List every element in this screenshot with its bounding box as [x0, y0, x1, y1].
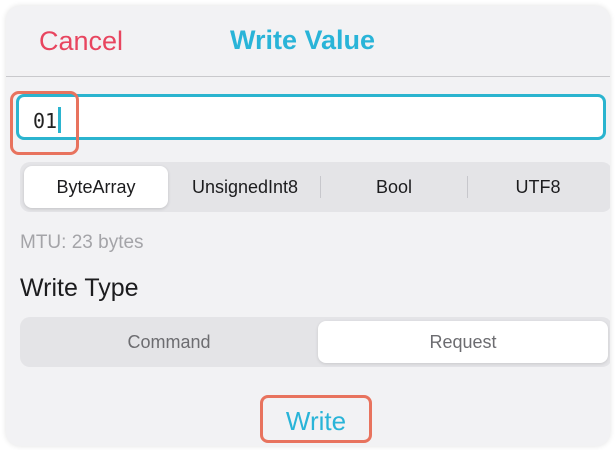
write-type-heading: Write Type [20, 274, 139, 302]
segment-bool[interactable]: Bool [321, 166, 467, 208]
header-bar: Cancel Write Value [6, 6, 610, 77]
write-type-segmented-control: Command Request [20, 317, 610, 367]
cancel-button[interactable]: Cancel [39, 26, 123, 57]
segment-unsignedint8[interactable]: UnsignedInt8 [170, 166, 320, 208]
segment-command[interactable]: Command [24, 321, 314, 363]
mtu-label: MTU: 23 bytes [20, 232, 144, 253]
value-input[interactable]: 01 [16, 94, 606, 140]
write-value-sheet: Cancel Write Value 01 ByteArray Unsigned… [6, 6, 610, 446]
text-caret [58, 107, 62, 133]
data-type-segmented-control: ByteArray UnsignedInt8 Bool UTF8 [20, 162, 610, 212]
value-input-text: 01 [33, 107, 62, 133]
segment-request[interactable]: Request [318, 321, 608, 363]
segment-bytearray[interactable]: ByteArray [24, 166, 168, 208]
segment-utf8[interactable]: UTF8 [468, 166, 608, 208]
value-input-value: 01 [33, 109, 58, 133]
write-button[interactable]: Write [260, 395, 372, 443]
page-title: Write Value [230, 25, 376, 55]
